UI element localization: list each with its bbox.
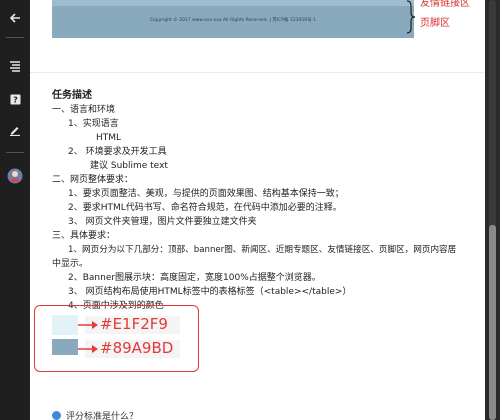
friend-links-label: 友情链接区 [420,0,470,9]
footer-brace [406,0,416,34]
task-line: 1、网页分为以下几部分：顶部、banner图、新闻区、近期专题区、友情链接区、页… [68,245,457,255]
sidebar-divider [6,37,24,38]
task-description-title: 任务描述 [52,90,92,101]
color-highlight-box [34,305,199,372]
section-divider [30,72,485,73]
footer-preview-image: Copyright © 2017 www.xxx.xxx All Rights … [52,0,414,38]
task-line: 2、 环境要求及开发工具 [68,147,167,157]
task-line: 建议 Sublime text [90,161,168,171]
task-line: 二、网页整体要求： [52,175,134,185]
task-line: HTML [96,133,122,143]
task-line: 3、 网页结构布局使用HTML标签中的表格标签（<table></table>） [68,287,352,297]
task-line: 3、 网页文件夹管理，图片文件要独立建文件夹 [68,217,257,227]
menu-icon[interactable] [0,56,30,76]
task-line: 1、要求页面整洁、美观，与提供的页面效果图、结构基本保持一致； [68,189,344,199]
bullet-icon [52,411,61,420]
task-line: 1、实现语言 [68,119,119,129]
document-page: Copyright © 2017 www.xxx.xxx All Rights … [30,0,485,420]
footer-copyright-text: Copyright © 2017 www.xxx.xxx All Rights … [149,18,317,23]
sidebar-divider [6,152,24,153]
left-sidebar: ? [0,0,30,420]
footer-area-label: 页脚区 [420,18,450,29]
task-line: 一、语言和环境 [52,105,116,115]
help-icon[interactable]: ? [0,89,30,109]
footer-preview-top-strip [52,0,414,6]
task-line: 三、具体要求： [52,231,116,241]
task-line: 2、Banner图展示块：高度固定，宽度100%占据整个浏览器。 [68,273,321,283]
edit-icon[interactable] [0,120,30,140]
back-arrow-icon[interactable] [0,8,30,28]
task-line: 2、要求HTML代码书写、命名符合规范，在代码中添加必要的注释。 [68,203,342,213]
scoring-criteria-link[interactable]: 评分标准是什么？ [66,409,138,420]
avatar[interactable] [0,166,30,186]
scrollbar-thumb[interactable] [489,225,496,420]
task-line: 中显示。 [52,259,89,269]
svg-text:?: ? [13,95,18,104]
